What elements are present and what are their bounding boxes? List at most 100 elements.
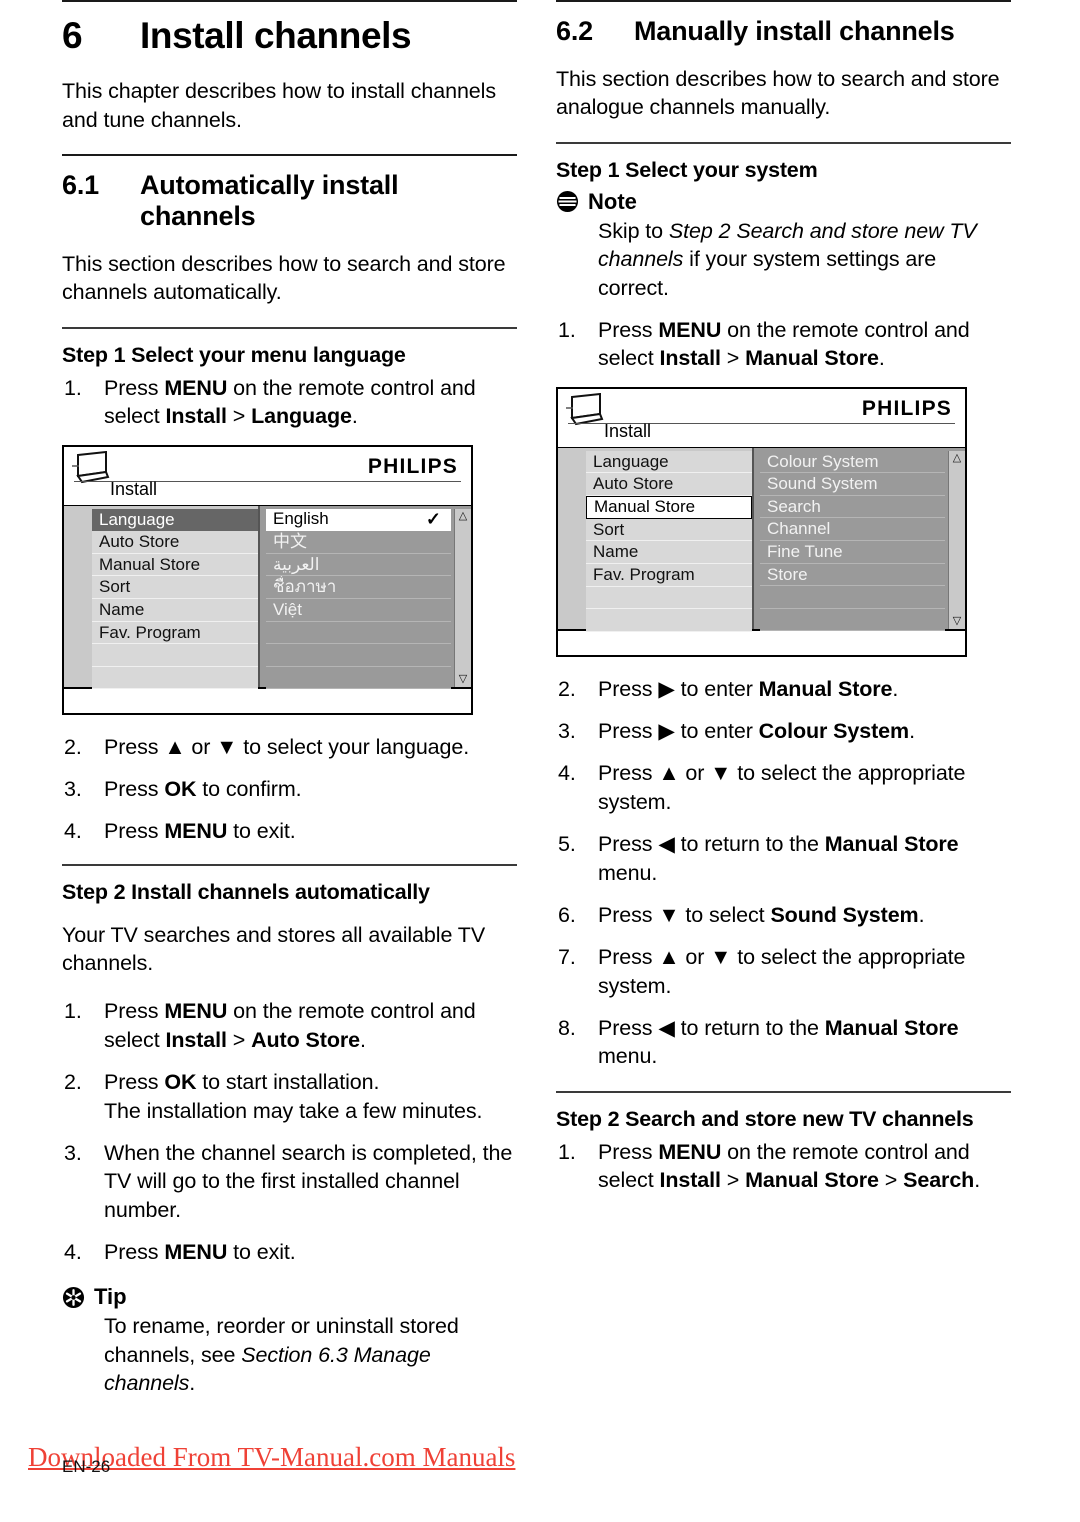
step1-list-62-part1: 1. Press MENU on the remote control and s… bbox=[556, 316, 1011, 373]
step-text: Press MENU to exit. bbox=[104, 819, 296, 844]
step-text: Press ◀ to return to the Manual Store me… bbox=[598, 1016, 959, 1069]
step1-heading-61: Step 1 Select your menu language bbox=[62, 342, 406, 367]
osd-menu-item[interactable]: العربية bbox=[266, 553, 451, 577]
step-text: Press ◀ to return to the Manual Store me… bbox=[598, 832, 959, 885]
osd-header: PHILIPS Install bbox=[64, 446, 471, 505]
osd-menu-item[interactable]: Name bbox=[92, 598, 258, 622]
step-item: 4. Press ▲ or ▼ to select the appropriate… bbox=[556, 759, 1011, 816]
step-text: Press ▲ or ▼ to select the appropriate s… bbox=[598, 945, 966, 998]
osd-left-menu[interactable]: Language Auto Store Manual Store Sort Name Fa… bbox=[64, 505, 260, 690]
osd-menu-row-empty bbox=[92, 644, 258, 667]
chapter-intro: This chapter describes how to install ch… bbox=[62, 79, 496, 132]
osd-menu-row-empty bbox=[92, 666, 258, 690]
osd-menu-item[interactable]: Manual Store bbox=[586, 495, 752, 519]
osd-scrollbar[interactable]: △ ▽ bbox=[454, 508, 471, 687]
osd-menu-item[interactable]: Fav. Program bbox=[586, 564, 752, 587]
osd-right-panel[interactable]: English ✓ 中文 العربية ชื่อภาษา Việt △ ▽ bbox=[260, 505, 471, 690]
step-marker: 4. bbox=[64, 1240, 82, 1265]
tip-text: To rename, reorder or uninstall stored c… bbox=[104, 1314, 459, 1396]
osd-menu-item[interactable]: Search bbox=[760, 495, 945, 519]
osd-left-menu[interactable]: Language Auto Store Manual Store Sort Name Fa… bbox=[558, 447, 754, 632]
step1-heading-62: Step 1 Select your system bbox=[556, 157, 818, 182]
scroll-down-icon[interactable]: ▽ bbox=[953, 615, 961, 627]
step-marker: 3. bbox=[64, 776, 82, 801]
divider bbox=[556, 1090, 1011, 1093]
osd-language-menu: PHILIPS Install Language Auto Store Manual… bbox=[62, 444, 473, 715]
step2-list-62: 1. Press MENU on the remote control and s… bbox=[556, 1138, 1011, 1195]
step-marker: 1. bbox=[64, 999, 82, 1024]
osd-menu-item[interactable]: Store bbox=[760, 563, 945, 587]
philips-logo: PHILIPS bbox=[367, 454, 458, 478]
step-item: 1. Press MENU on the remote control and s… bbox=[556, 316, 1011, 373]
osd-menu-item[interactable]: English ✓ bbox=[266, 508, 451, 532]
osd-menu-item[interactable]: Colour System bbox=[760, 450, 945, 474]
osd-menu-item[interactable]: 中文 bbox=[266, 531, 451, 554]
osd-right-panel[interactable]: Colour System Sound System Search Channel Fi… bbox=[754, 447, 965, 632]
osd-menu-item[interactable]: ชื่อภาษา bbox=[266, 576, 451, 599]
step-text: Press ▲ or ▼ to select the appropriate s… bbox=[598, 761, 966, 814]
step-marker: 3. bbox=[558, 719, 576, 744]
section-61-heading: 6.1 Automatically install channels bbox=[62, 170, 517, 232]
page-title: 6 Install channels bbox=[62, 16, 517, 55]
tv-monitor-icon bbox=[566, 392, 606, 432]
step-text: Press ▲ or ▼ to select your language. bbox=[104, 734, 470, 759]
scroll-up-icon[interactable]: △ bbox=[953, 452, 961, 464]
scroll-up-icon[interactable]: △ bbox=[459, 510, 467, 522]
osd-menu-row-empty bbox=[586, 609, 752, 632]
step-item: 6. Press ▼ to select Sound System. bbox=[556, 901, 1011, 929]
step-marker: 2. bbox=[64, 734, 82, 759]
osd-menu-item[interactable]: Fav. Program bbox=[92, 621, 258, 645]
osd-menu-item[interactable]: Việt bbox=[266, 598, 451, 622]
osd-menu-item[interactable]: Fine Tune bbox=[760, 541, 945, 564]
osd-breadcrumb: Install bbox=[110, 478, 158, 499]
scroll-down-icon[interactable]: ▽ bbox=[459, 673, 467, 685]
step-marker: 7. bbox=[558, 945, 576, 970]
osd-menu-item[interactable]: Channel bbox=[760, 518, 945, 542]
section-61-intro: This section describes how to search and… bbox=[62, 252, 506, 305]
philips-logo: PHILIPS bbox=[861, 396, 952, 420]
osd-menu-item[interactable]: Name bbox=[586, 541, 752, 565]
osd-menu-item[interactable]: Manual Store bbox=[92, 553, 258, 577]
osd-menu-item[interactable]: Sort bbox=[92, 576, 258, 599]
step1-list-61-part1: 1. Press MENU on the remote control and s… bbox=[62, 374, 517, 431]
step-item: 2. Press ▲ or ▼ to select your language. bbox=[62, 733, 517, 761]
section-62-heading: 6.2 Manually install channels bbox=[556, 16, 1011, 47]
note-box: Note Skip to Step 2 Search and store new… bbox=[556, 189, 1011, 302]
section-62-number: 6.2 bbox=[556, 16, 593, 46]
osd-manual-store-menu: PHILIPS Install Language Auto Store Manual… bbox=[556, 386, 967, 657]
step-item: 1. Press MENU on the remote control and s… bbox=[556, 1138, 1011, 1195]
osd-body: Language Auto Store Manual Store Sort Name Fa… bbox=[64, 504, 471, 690]
osd-right-list[interactable]: English ✓ 中文 العربية ชื่อภาษา Việt bbox=[266, 508, 454, 690]
osd-menu-item[interactable]: Sort bbox=[586, 518, 752, 542]
divider bbox=[556, 141, 1011, 144]
osd-menu-item[interactable]: Language bbox=[586, 450, 752, 474]
section-62-intro: This section describes how to search and… bbox=[556, 67, 1000, 120]
osd-scrollbar[interactable]: △ ▽ bbox=[948, 450, 965, 629]
step-text: Press ▶ to enter Manual Store. bbox=[598, 676, 899, 701]
step-marker: 5. bbox=[558, 832, 576, 857]
step-item: 3. Press OK to confirm. bbox=[62, 775, 517, 803]
step2-intro-61: Your TV searches and stores all availabl… bbox=[62, 922, 486, 976]
osd-menu-item[interactable]: Auto Store bbox=[586, 473, 752, 496]
step-item: 3. When the channel search is completed, … bbox=[62, 1139, 517, 1224]
step-item: 4. Press MENU to exit. bbox=[62, 1238, 517, 1266]
osd-header: PHILIPS Install bbox=[558, 388, 965, 447]
step-item: 2. Press OK to start installation. The ins… bbox=[62, 1068, 517, 1125]
osd-right-list[interactable]: Colour System Sound System Search Channel Fi… bbox=[760, 450, 948, 632]
note-text: Skip to Step 2 Search and store new TV c… bbox=[598, 218, 977, 300]
step1-list-62-part2: 2. Press ▶ to enter Manual Store. 3. Press … bbox=[556, 675, 1011, 1071]
section-62-title: Manually install channels bbox=[634, 16, 955, 46]
osd-footer-bar bbox=[558, 628, 965, 655]
osd-menu-item[interactable]: Auto Store bbox=[92, 531, 258, 554]
step2-heading-62: Step 2 Search and store new TV channels bbox=[556, 1106, 974, 1131]
step-marker: 8. bbox=[558, 1016, 576, 1041]
checkmark-icon: ✓ bbox=[425, 509, 441, 530]
step-item: 5. Press ◀ to return to the Manual Store … bbox=[556, 830, 1011, 887]
divider bbox=[62, 0, 517, 2]
divider bbox=[62, 863, 517, 866]
tip-heading: Tip bbox=[62, 1284, 517, 1310]
osd-menu-item[interactable]: Sound System bbox=[760, 473, 945, 496]
osd-menu-item[interactable]: Language bbox=[92, 508, 258, 532]
step-text: Press OK to start installation. The insta… bbox=[104, 1070, 483, 1123]
osd-menu-row-empty bbox=[266, 621, 451, 645]
